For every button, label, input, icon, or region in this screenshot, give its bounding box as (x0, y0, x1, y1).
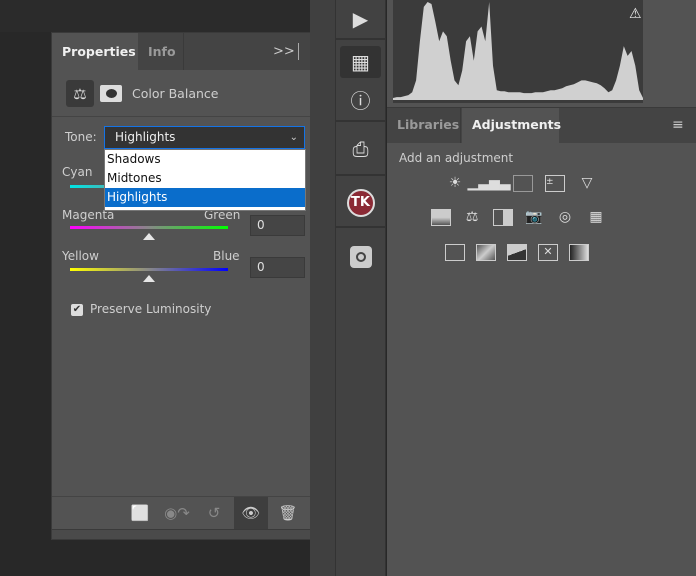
reset-icon[interactable]: ↺ (197, 497, 231, 529)
yellow-blue-value[interactable]: 0 (250, 257, 305, 278)
tab-libraries[interactable]: Libraries (387, 108, 461, 143)
yellow-blue-slider[interactable] (70, 268, 228, 271)
play-icon[interactable]: ▶ (340, 0, 381, 38)
clone-source-icon[interactable]: ⎙ (340, 130, 381, 168)
selective-color-icon[interactable]: ✕ (538, 242, 558, 262)
preserve-luminosity-checkbox[interactable]: ✔ (71, 304, 83, 316)
tab-info[interactable]: Info (138, 33, 184, 70)
divider (336, 174, 385, 176)
channel-mixer-icon[interactable]: ◎ (555, 207, 575, 227)
magenta-green-slider[interactable] (70, 226, 228, 229)
properties-panel: Properties Info >> ≡ ⚖ Color Balance Ton… (51, 32, 334, 540)
divider (336, 226, 385, 228)
threshold-icon[interactable] (507, 242, 527, 262)
add-adjustment-heading: Add an adjustment (399, 151, 514, 165)
color-lookup-icon[interactable]: ▦ (586, 207, 606, 227)
adjustments-panel-group: ⚠ Libraries Adjustments ≡ Add an adjustm… (387, 0, 696, 576)
invert-icon[interactable] (445, 242, 465, 262)
tab-adjustments[interactable]: Adjustments (462, 108, 561, 144)
adjustment-title: Color Balance (132, 86, 219, 101)
warning-icon[interactable]: ⚠ (629, 6, 642, 22)
trash-icon[interactable]: 🗑 (271, 497, 305, 529)
magenta-green-value[interactable]: 0 (250, 215, 305, 236)
panel-divider (310, 0, 335, 576)
levels-icon[interactable]: ▁▃▅▃ (467, 173, 510, 193)
posterize-icon[interactable] (476, 242, 496, 262)
panel-menu-icon[interactable]: ≡ (672, 117, 684, 133)
chevron-down-icon: ⌄ (289, 132, 298, 143)
adjustments-tab-bar: Libraries Adjustments ≡ (387, 107, 696, 144)
hue-saturation-icon[interactable] (431, 207, 451, 227)
adjustment-header: ⚖ Color Balance (52, 70, 333, 117)
visibility-eye-icon[interactable]: 👁 (234, 497, 268, 529)
slider-right-label: Blue (213, 249, 240, 263)
black-white-icon[interactable] (493, 207, 513, 227)
clip-to-layer-icon[interactable]: ⬜ (123, 497, 157, 529)
gradient-map-icon[interactable] (569, 242, 589, 262)
slider-left-label: Cyan (62, 165, 93, 179)
tone-dropdown-list: Shadows Midtones Highlights (104, 149, 306, 211)
color-balance-icon[interactable]: ⚖ (462, 207, 482, 227)
info-icon[interactable]: ⓘ (340, 80, 381, 118)
3d-properties-icon[interactable]: ▦ (340, 46, 381, 78)
view-previous-state-icon[interactable]: ◉↷ (160, 497, 194, 529)
option-shadows[interactable]: Shadows (105, 150, 305, 169)
divider (298, 43, 299, 60)
tone-select[interactable]: Highlights ⌄ (104, 126, 305, 149)
divider (336, 120, 385, 122)
properties-tab-bar: Properties Info >> ≡ (52, 33, 333, 70)
slider-thumb[interactable] (143, 275, 155, 282)
properties-footer: ⬜ ◉↷ ↺ 👁 🗑 (52, 496, 333, 529)
preserve-luminosity-label: Preserve Luminosity (90, 302, 212, 316)
canvas-area (0, 0, 310, 32)
tab-properties[interactable]: Properties (52, 33, 138, 70)
tone-label: Tone: (65, 130, 97, 144)
option-midtones[interactable]: Midtones (105, 169, 305, 188)
resize-grip[interactable] (52, 529, 333, 539)
tk-plugin-icon[interactable]: TK (340, 184, 381, 222)
histogram: ⚠ (393, 0, 643, 103)
divider (336, 38, 385, 40)
vibrance-icon[interactable]: ▽ (577, 173, 597, 193)
instagram-icon[interactable] (340, 238, 381, 276)
collapse-button[interactable]: >> (273, 44, 295, 59)
brightness-contrast-icon[interactable]: ☀ (445, 173, 465, 193)
color-balance-icon[interactable]: ⚖ (66, 80, 94, 107)
photo-filter-icon[interactable]: 📷 (524, 207, 544, 227)
panel-toolbar: ▶ ▦ ⓘ ⎙ TK (335, 0, 386, 576)
option-highlights[interactable]: Highlights (105, 188, 305, 207)
slider-left-label: Yellow (62, 249, 99, 263)
slider-thumb[interactable] (143, 233, 155, 240)
tone-value: Highlights (115, 130, 176, 144)
exposure-icon[interactable]: ± (545, 173, 565, 193)
curves-icon[interactable] (513, 173, 533, 193)
mask-icon[interactable] (100, 85, 122, 102)
histogram-graph (393, 2, 643, 100)
